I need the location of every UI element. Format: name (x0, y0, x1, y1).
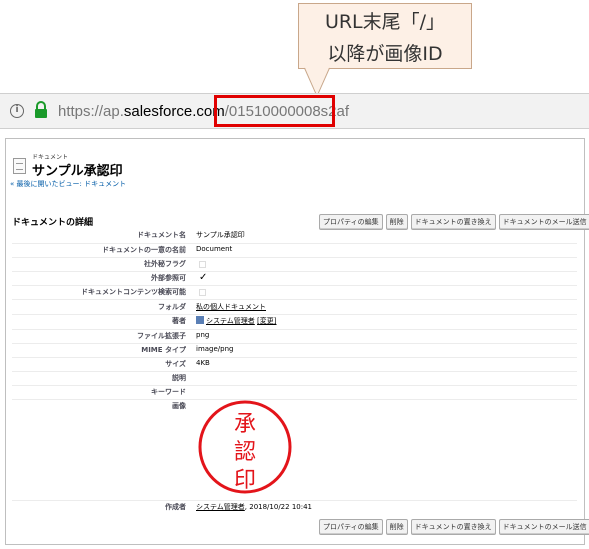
author-link[interactable]: システム管理者 (206, 317, 255, 325)
row-divider (12, 371, 577, 372)
info-icon[interactable]: i (10, 104, 24, 118)
field-label: キーワード (151, 388, 186, 396)
row-divider (12, 243, 577, 244)
replace-document-button[interactable]: ドキュメントの置き換え (410, 519, 496, 535)
field-label: ドキュメント名 (137, 231, 186, 239)
field-row-created-by: 作成者 システム管理者, 2018/10/22 10:41 (6, 502, 584, 516)
searchable-checkbox (199, 289, 206, 296)
field-row-author: 著者 システム管理者 [変更] (6, 316, 584, 330)
field-label: ドキュメントの一意の名前 (102, 246, 186, 254)
field-value: サンプル承認印 (196, 231, 245, 239)
back-to-list-link[interactable]: « 最後に開いたビュー: ドキュメント (10, 179, 126, 189)
field-value: システム管理者 [変更] (196, 316, 277, 326)
replace-document-button[interactable]: ドキュメントの置き換え (410, 214, 496, 230)
field-label: 著者 (172, 317, 186, 325)
checkmark-icon: ✓ (199, 272, 208, 283)
row-divider (12, 343, 577, 344)
stamp-char: 認 (234, 440, 256, 465)
field-value: システム管理者, 2018/10/22 10:41 (196, 502, 312, 512)
edit-properties-button[interactable]: プロパティの編集 (319, 519, 383, 535)
row-divider (12, 314, 577, 315)
lock-icon (35, 101, 47, 118)
field-value: 4KB (196, 359, 210, 367)
page-title: サンプル承認印 (32, 164, 123, 179)
row-divider (12, 285, 577, 286)
url-prefix: https://ap. (58, 103, 124, 120)
row-divider (12, 500, 577, 501)
document-detail-page: ドキュメント サンプル承認印 « 最後に開いたビュー: ドキュメント ドキュメン… (5, 138, 589, 545)
confidential-checkbox (199, 261, 206, 268)
stamp-char: 承 (234, 412, 256, 437)
section-title: ドキュメントの詳細 (12, 218, 94, 228)
field-label: 作成者 (165, 503, 186, 511)
delete-button[interactable]: 削除 (385, 214, 408, 230)
delete-button[interactable]: 削除 (385, 519, 408, 535)
bottom-button-row: プロパティの編集 削除 ドキュメントの置き換え ドキュメントのメール送信 (319, 519, 589, 535)
email-document-button[interactable]: ドキュメントのメール送信 (498, 519, 589, 535)
field-label: MIME タイプ (141, 346, 186, 354)
annotation-line-1: URL末尾「/」 (324, 11, 446, 33)
change-author-link[interactable]: [変更] (257, 317, 276, 325)
callout-pointer (305, 68, 329, 94)
row-divider (12, 399, 577, 400)
row-divider (12, 271, 577, 272)
field-label: サイズ (165, 360, 186, 368)
created-date: , 2018/10/22 10:41 (244, 503, 312, 511)
user-icon (196, 316, 204, 324)
row-divider (12, 385, 577, 386)
field-label: 画像 (172, 402, 186, 410)
approval-stamp-image: 承 認 印 (198, 400, 292, 494)
field-value: png (196, 331, 210, 339)
field-row-image: 画像 (6, 401, 584, 415)
field-label: 社外秘フラグ (144, 260, 186, 268)
field-label: 説明 (172, 374, 186, 382)
row-divider (12, 299, 577, 300)
field-label: 外部参照可 (151, 274, 186, 282)
document-icon (13, 158, 26, 174)
annotation-callout: URL末尾「/」 以降が画像ID (298, 3, 472, 69)
row-divider (12, 357, 577, 358)
row-divider (12, 257, 577, 258)
email-document-button[interactable]: ドキュメントのメール送信 (498, 214, 589, 230)
top-button-row: プロパティの編集 削除 ドキュメントの置き換え ドキュメントのメール送信 (319, 214, 589, 230)
field-label: ドキュメントコンテンツ検索可能 (81, 288, 186, 296)
edit-properties-button[interactable]: プロパティの編集 (319, 214, 383, 230)
field-row-document-name: ドキュメント名 サンプル承認印 (6, 230, 584, 244)
created-by-link[interactable]: システム管理者 (196, 503, 245, 511)
url-host: salesforce.com (123, 103, 225, 120)
folder-link[interactable]: 私の個人ドキュメント (196, 302, 266, 312)
url-id-highlight (214, 95, 335, 127)
field-label: ファイル拡張子 (137, 332, 186, 340)
annotation-line-2: 以降が画像ID (327, 43, 443, 65)
row-divider (12, 329, 577, 330)
field-label: フォルダ (158, 303, 186, 311)
stamp-char: 印 (234, 468, 256, 493)
field-value: image/png (196, 345, 234, 353)
field-value: Document (196, 245, 233, 253)
